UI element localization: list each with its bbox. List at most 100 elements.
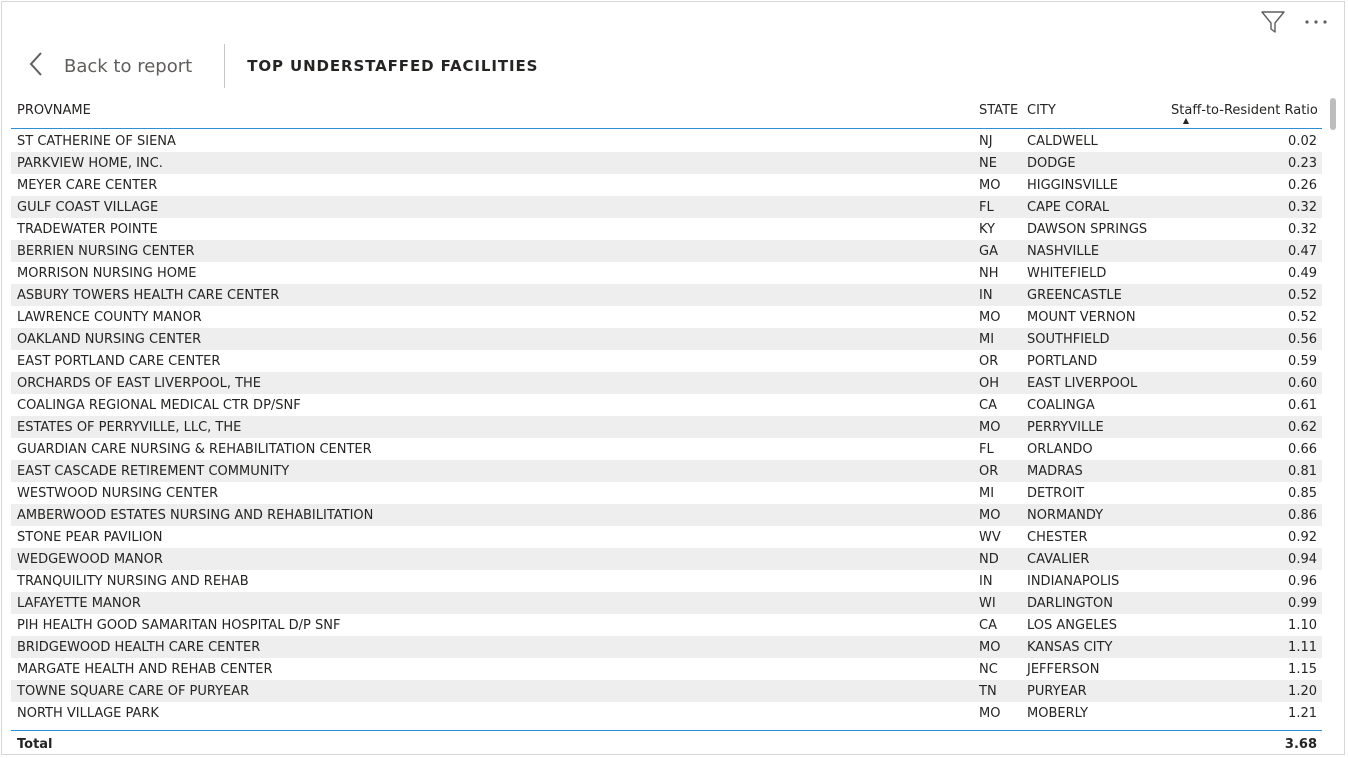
table-row[interactable]: EAST PORTLAND CARE CENTER OR PORTLAND 0.59 <box>11 350 1322 372</box>
table-row[interactable]: ST CATHERINE OF SIENA NJ CALDWELL 0.02 <box>11 130 1322 152</box>
table-row[interactable]: PIH HEALTH GOOD SAMARITAN HOSPITAL D/P S… <box>11 614 1322 636</box>
provname-cell: GUARDIAN CARE NURSING & REHABILITATION C… <box>17 441 372 457</box>
state-cell: NJ <box>979 133 993 149</box>
city-cell: DODGE <box>1027 155 1076 171</box>
ratio-cell: 0.60 <box>1288 375 1317 391</box>
city-cell: PURYEAR <box>1027 683 1087 699</box>
table-row[interactable]: GULF COAST VILLAGE FL CAPE CORAL 0.32 <box>11 196 1322 218</box>
ratio-cell: 1.10 <box>1288 617 1317 633</box>
chevron-left-icon <box>28 51 44 81</box>
state-cell: MO <box>979 507 1001 523</box>
table-row[interactable]: TOWNE SQUARE CARE OF PURYEAR TN PURYEAR 1.2… <box>11 680 1322 702</box>
table-row[interactable]: BERRIEN NURSING CENTER GA NASHVILLE 0.47 <box>11 240 1322 262</box>
ratio-cell: 0.02 <box>1288 133 1317 149</box>
provname-cell: EAST PORTLAND CARE CENTER <box>17 353 221 369</box>
state-cell: TN <box>979 683 997 699</box>
provname-cell: PARKVIEW HOME, INC. <box>17 155 163 171</box>
city-cell: INDIANAPOLIS <box>1027 573 1120 589</box>
table-row[interactable]: WEDGEWOOD MANOR ND CAVALIER 0.94 <box>11 548 1322 570</box>
state-cell: MO <box>979 705 1001 721</box>
city-cell: GREENCASTLE <box>1027 287 1122 303</box>
state-cell: OR <box>979 353 999 369</box>
state-cell: CA <box>979 617 997 633</box>
ratio-cell: 0.99 <box>1288 595 1317 611</box>
ratio-cell: 0.92 <box>1288 529 1317 545</box>
provname-cell: EAST CASCADE RETIREMENT COMMUNITY <box>17 463 290 479</box>
provname-cell: MEYER CARE CENTER <box>17 177 158 193</box>
table-row[interactable]: WESTWOOD NURSING CENTER MI DETROIT 0.85 <box>11 482 1322 504</box>
city-cell: DARLINGTON <box>1027 595 1114 611</box>
table-row[interactable]: OAKLAND NURSING CENTER MI SOUTHFIELD 0.56 <box>11 328 1322 350</box>
provname-cell: MARGATE HEALTH AND REHAB CENTER <box>17 661 273 677</box>
state-cell: WV <box>979 529 1001 545</box>
table-row[interactable]: LAWRENCE COUNTY MANOR MO MOUNT VERNON 0.52 <box>11 306 1322 328</box>
column-header-provname[interactable]: PROVNAME <box>11 103 973 128</box>
table-row[interactable]: NORTH VILLAGE PARK MO MOBERLY 1.21 <box>11 702 1322 724</box>
back-to-report-label: Back to report <box>64 55 193 77</box>
table-row[interactable]: ORCHARDS OF EAST LIVERPOOL, THE OH EAST LI… <box>11 372 1322 394</box>
data-table: PROVNAME STATE CITY Staff-to-Resident Ra… <box>11 94 1322 732</box>
column-header-ratio[interactable]: Staff-to-Resident Ratio ▲ <box>1171 103 1322 128</box>
ratio-cell: 0.52 <box>1288 287 1317 303</box>
state-cell: MO <box>979 309 1001 325</box>
ratio-cell: 0.26 <box>1288 177 1317 193</box>
table-row[interactable]: MORRISON NURSING HOME NH WHITEFIELD 0.49 <box>11 262 1322 284</box>
provname-cell: MORRISON NURSING HOME <box>17 265 197 281</box>
ratio-cell: 1.20 <box>1288 683 1317 699</box>
visual-container: Back to report TOP UNDERSTAFFED FACILITI… <box>1 1 1345 755</box>
table-row[interactable]: BRIDGEWOOD HEALTH CARE CENTER MO KANSAS CI… <box>11 636 1322 658</box>
provname-cell: NORTH VILLAGE PARK <box>17 705 159 721</box>
back-to-report-button[interactable]: Back to report <box>28 51 192 81</box>
table-row[interactable]: ESTATES OF PERRYVILLE, LLC, THE MO PERRYVI… <box>11 416 1322 438</box>
column-header-city[interactable]: CITY <box>1021 103 1171 128</box>
ratio-cell: 0.56 <box>1288 331 1317 347</box>
ratio-cell: 0.52 <box>1288 309 1317 325</box>
table-row[interactable]: TRANQUILITY NURSING AND REHAB IN INDIANAPO… <box>11 570 1322 592</box>
visual-header-icons <box>1260 10 1328 34</box>
provname-cell: ST CATHERINE OF SIENA <box>17 133 176 149</box>
filter-icon[interactable] <box>1260 10 1286 34</box>
state-cell: OR <box>979 463 999 479</box>
state-cell: MO <box>979 419 1001 435</box>
page-title: TOP UNDERSTAFFED FACILITIES <box>247 57 539 75</box>
state-cell: IN <box>979 573 993 589</box>
provname-cell: LAWRENCE COUNTY MANOR <box>17 309 202 325</box>
ratio-cell: 0.62 <box>1288 419 1317 435</box>
table-row[interactable]: MEYER CARE CENTER MO HIGGINSVILLE 0.26 <box>11 174 1322 196</box>
table-row[interactable]: LAFAYETTE MANOR WI DARLINGTON 0.99 <box>11 592 1322 614</box>
table-row[interactable]: TRADEWATER POINTE KY DAWSON SPRINGS 0.32 <box>11 218 1322 240</box>
city-cell: CHESTER <box>1027 529 1088 545</box>
ratio-cell: 0.66 <box>1288 441 1317 457</box>
table-row[interactable]: AMBERWOOD ESTATES NURSING AND REHABILITA… <box>11 504 1322 526</box>
city-cell: KANSAS CITY <box>1027 639 1113 655</box>
table-row[interactable]: GUARDIAN CARE NURSING & REHABILITATION C… <box>11 438 1322 460</box>
state-cell: NH <box>979 265 999 281</box>
provname-cell: TOWNE SQUARE CARE OF PURYEAR <box>17 683 250 699</box>
column-header-state[interactable]: STATE <box>973 103 1021 128</box>
more-options-icon[interactable] <box>1304 19 1328 25</box>
ratio-cell: 0.86 <box>1288 507 1317 523</box>
table-row[interactable]: EAST CASCADE RETIREMENT COMMUNITY OR MADRA… <box>11 460 1322 482</box>
state-cell: GA <box>979 243 998 259</box>
city-cell: EAST LIVERPOOL <box>1027 375 1138 391</box>
state-cell: FL <box>979 441 994 457</box>
state-cell: NC <box>979 661 998 677</box>
city-cell: NORMANDY <box>1027 507 1104 523</box>
ratio-cell: 0.47 <box>1288 243 1317 259</box>
table-row[interactable]: MARGATE HEALTH AND REHAB CENTER NC JEFFERS… <box>11 658 1322 680</box>
table-row[interactable]: PARKVIEW HOME, INC. NE DODGE 0.23 <box>11 152 1322 174</box>
city-cell: COALINGA <box>1027 397 1095 413</box>
ratio-cell: 0.32 <box>1288 221 1317 237</box>
state-cell: MO <box>979 639 1001 655</box>
ratio-cell: 0.94 <box>1288 551 1317 567</box>
city-cell: HIGGINSVILLE <box>1027 177 1118 193</box>
table-row[interactable]: COALINGA REGIONAL MEDICAL CTR DP/SNF CA CO… <box>11 394 1322 416</box>
table-row[interactable]: ASBURY TOWERS HEALTH CARE CENTER IN GREENC… <box>11 284 1322 306</box>
provname-cell: ASBURY TOWERS HEALTH CARE CENTER <box>17 287 280 303</box>
sort-ascending-icon: ▲ <box>1182 116 1189 125</box>
vertical-scrollbar[interactable] <box>1330 98 1336 130</box>
city-cell: SOUTHFIELD <box>1027 331 1110 347</box>
provname-cell: ESTATES OF PERRYVILLE, LLC, THE <box>17 419 242 435</box>
table-row[interactable]: STONE PEAR PAVILION WV CHESTER 0.92 <box>11 526 1322 548</box>
table-total-row: Total 3.68 <box>11 730 1322 757</box>
